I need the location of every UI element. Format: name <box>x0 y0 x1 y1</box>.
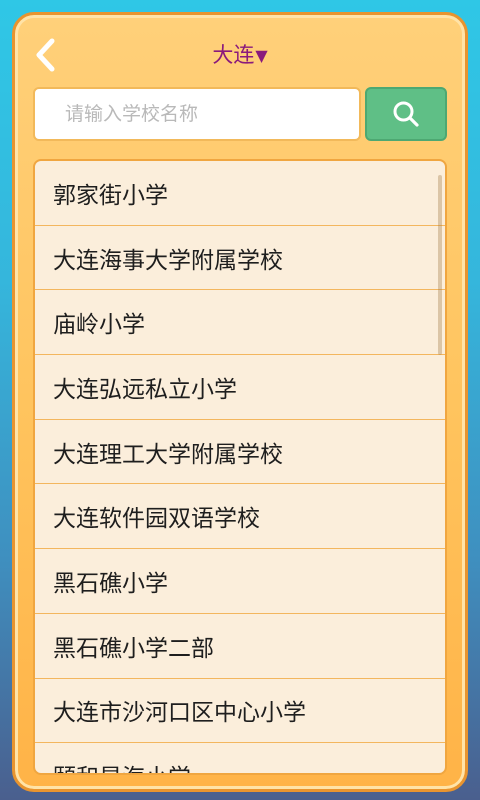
search-icon <box>393 101 419 127</box>
scrollbar[interactable] <box>438 175 442 355</box>
city-selector[interactable]: 大连▼ <box>15 39 465 69</box>
list-item[interactable]: 颐和星海小学 <box>35 743 445 773</box>
list-item[interactable]: 大连软件园双语学校 <box>35 484 445 550</box>
search-button[interactable] <box>365 87 447 141</box>
main-panel: 大连▼ 郭家街小学 大连海事大学附属学校 庙岭小学 大连弘远私立小学 大连理工大… <box>12 12 468 792</box>
list-item[interactable]: 黑石礁小学 <box>35 549 445 614</box>
list-item[interactable]: 大连海事大学附属学校 <box>35 226 445 291</box>
list-item[interactable]: 黑石礁小学二部 <box>35 614 445 679</box>
search-input[interactable] <box>63 102 359 126</box>
search-field[interactable] <box>33 87 361 141</box>
list-item[interactable]: 大连弘远私立小学 <box>35 355 445 420</box>
city-name: 大连 <box>212 43 255 67</box>
list-item[interactable]: 庙岭小学 <box>35 290 445 356</box>
list-item[interactable]: 大连理工大学附属学校 <box>35 420 445 485</box>
list-item[interactable]: 郭家街小学 <box>35 161 445 226</box>
list-item[interactable]: 大连市沙河口区中心小学 <box>35 679 445 744</box>
school-list[interactable]: 郭家街小学 大连海事大学附属学校 庙岭小学 大连弘远私立小学 大连理工大学附属学… <box>33 159 447 775</box>
dropdown-arrow-icon: ▼ <box>255 46 268 65</box>
